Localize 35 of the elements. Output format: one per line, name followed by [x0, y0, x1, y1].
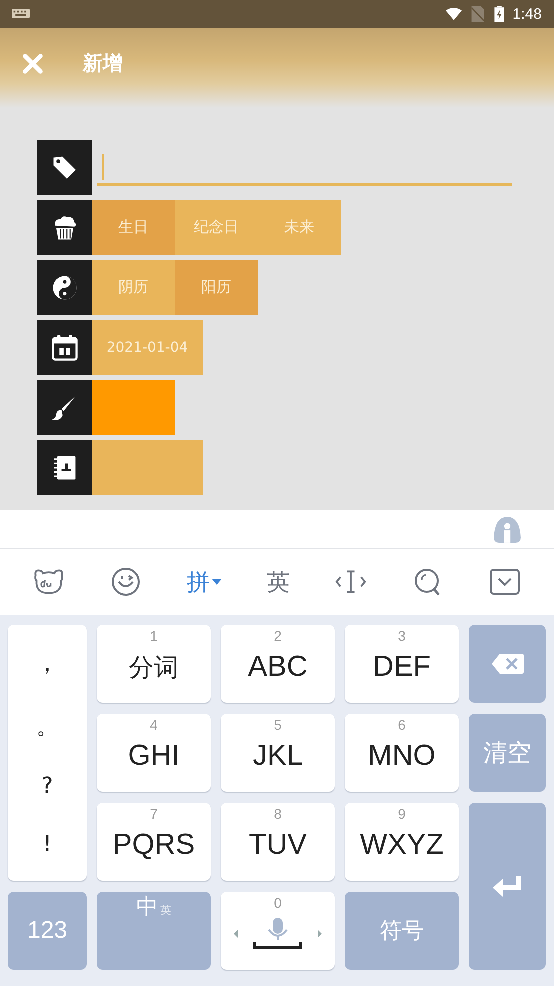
backspace-icon	[490, 653, 524, 675]
letter-key[interactable]: 8 TUV	[221, 803, 335, 881]
color-swatch[interactable]	[92, 380, 175, 435]
bear-icon[interactable]	[32, 567, 65, 597]
wifi-icon	[446, 6, 462, 22]
caret-icon	[212, 579, 222, 585]
letter-key[interactable]: 6 MNO	[345, 714, 459, 792]
collapse-keyboard-icon[interactable]	[489, 567, 522, 597]
keyboard-logo-icon[interactable]	[493, 514, 522, 544]
backspace-key[interactable]	[469, 625, 546, 703]
clock-time: 1:48	[512, 6, 542, 22]
close-icon[interactable]	[22, 53, 44, 75]
page-title: 新增	[83, 50, 123, 77]
text-cursor	[102, 154, 104, 180]
punctuation-key[interactable]: ，	[8, 649, 87, 680]
input-mode-tab[interactable]: 拼	[186, 566, 222, 598]
smiley-icon[interactable]	[110, 567, 142, 597]
keyboard-icon	[12, 8, 30, 20]
letter-key[interactable]: 4 GHI	[97, 714, 211, 792]
calendar-icon	[50, 332, 80, 362]
punctuation-key[interactable]: ?	[8, 774, 87, 800]
letter-key[interactable]: 9 WXYZ	[345, 803, 459, 881]
letter-key[interactable]: 5 JKL	[221, 714, 335, 792]
enter-icon	[490, 874, 524, 900]
input-mode-tab[interactable]: 英	[266, 566, 290, 598]
letter-key[interactable]: 3 DEF	[345, 625, 459, 703]
battery-charging-icon	[494, 6, 505, 22]
punctuation-key[interactable]: !	[8, 832, 87, 857]
letter-key[interactable]: 2 ABC	[221, 625, 335, 703]
letter-key[interactable]: 1 分词	[97, 625, 211, 703]
letter-key[interactable]: 7 PQRS	[97, 803, 211, 881]
contact-field[interactable]	[92, 440, 203, 495]
no-sim-icon	[470, 6, 486, 22]
punctuation-key[interactable]: 。	[8, 712, 87, 742]
enter-key[interactable]	[469, 803, 546, 970]
